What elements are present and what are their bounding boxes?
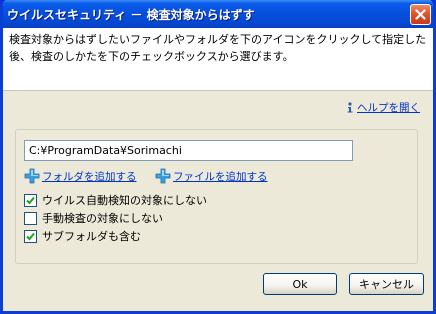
title-bar[interactable]: ウイルスセキュリティ － 検査対象からはずす bbox=[3, 0, 433, 28]
checkmark-icon bbox=[26, 196, 35, 204]
plus-add-icon bbox=[24, 168, 40, 184]
checkbox-exclude-auto-detect[interactable] bbox=[24, 193, 37, 207]
option-label: ウイルス自動検知の対象にしない bbox=[42, 194, 207, 207]
path-input[interactable] bbox=[24, 140, 353, 161]
ok-button[interactable]: Ok bbox=[263, 273, 337, 295]
help-link-label: ヘルプを開く bbox=[357, 102, 420, 114]
option-label: サブフォルダも含む bbox=[42, 230, 141, 243]
option-exclude-manual-scan[interactable]: 手動検査の対象にしない bbox=[24, 210, 163, 226]
option-label: 手動検査の対象にしない bbox=[42, 212, 163, 225]
checkmark-icon bbox=[26, 232, 35, 240]
add-file-link[interactable]: ファイルを追加する bbox=[155, 168, 268, 184]
add-folder-label: フォルダを追加する bbox=[42, 170, 137, 183]
add-folder-link[interactable]: フォルダを追加する bbox=[24, 168, 137, 184]
window-title: ウイルスセキュリティ － 検査対象からはずす bbox=[7, 8, 255, 22]
dialog-body: 検査対象からはずしたいファイルやフォルダを下のアイコンをクリックして指定した後、… bbox=[3, 28, 433, 311]
description-panel: 検査対象からはずしたいファイルやフォルダを下のアイコンをクリックして指定した後、… bbox=[3, 28, 433, 91]
description-text: 検査対象からはずしたいファイルやフォルダを下のアイコンをクリックして指定した後、… bbox=[9, 33, 427, 63]
close-button[interactable] bbox=[410, 4, 431, 25]
option-exclude-auto-detect[interactable]: ウイルス自動検知の対象にしない bbox=[24, 192, 207, 208]
checkbox-exclude-manual-scan[interactable] bbox=[24, 211, 37, 225]
dialog-window: ウイルスセキュリティ － 検査対象からはずす 検査対象からはずしたいファイルやフ… bbox=[0, 0, 436, 314]
help-info-icon bbox=[347, 102, 353, 113]
target-group: フォルダを追加する ファイルを追加する ウイルス自動検知の対象にしない bbox=[15, 129, 418, 264]
close-icon bbox=[415, 9, 426, 20]
plus-add-icon bbox=[155, 168, 171, 184]
cancel-button[interactable]: キャンセル bbox=[349, 273, 424, 295]
checkbox-include-subfolders[interactable] bbox=[24, 229, 37, 243]
add-file-label: ファイルを追加する bbox=[173, 170, 268, 183]
option-include-subfolders[interactable]: サブフォルダも含む bbox=[24, 228, 141, 244]
help-link[interactable]: ヘルプを開く bbox=[345, 100, 420, 115]
